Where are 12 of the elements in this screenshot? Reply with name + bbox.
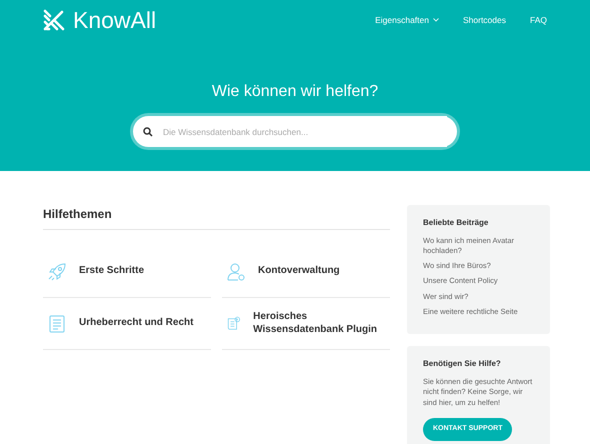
hero-title: Wie können wir helfen? — [212, 82, 378, 102]
topic-link[interactable]: Heroisches Wissensdatenbank Plugin — [222, 298, 390, 350]
panel-title: Benötigen Sie Hilfe? — [423, 358, 502, 370]
search-icon — [143, 126, 153, 136]
panel-title: Beliebte Beiträge — [423, 217, 490, 229]
topic-link[interactable]: Kontoverwaltung — [222, 246, 390, 298]
document-icon — [47, 314, 67, 334]
topic-link[interactable]: Urheberrecht und Recht — [43, 298, 211, 350]
section-title: Hilfethemen — [43, 205, 390, 230]
rocket-icon — [47, 262, 67, 282]
topic-link[interactable]: Erste Schritte — [43, 246, 211, 298]
logo-icon — [43, 9, 65, 31]
